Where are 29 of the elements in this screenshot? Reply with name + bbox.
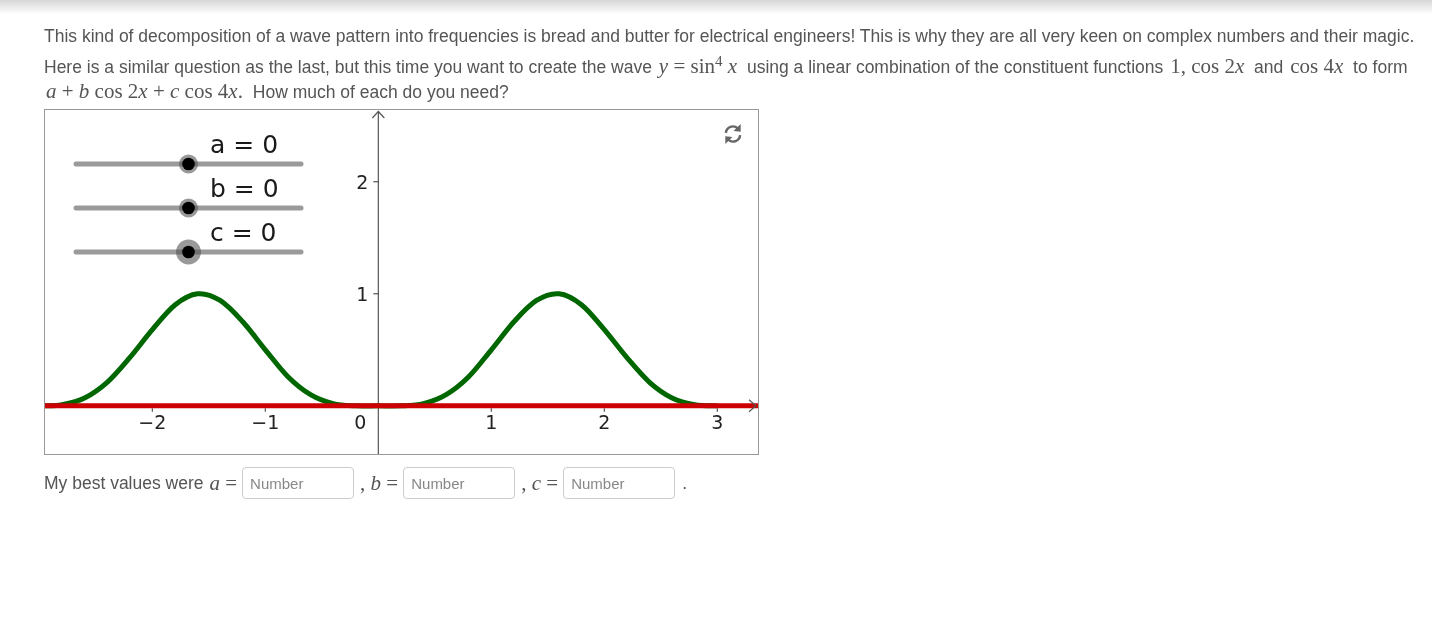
- slider-label: a = 0: [210, 130, 279, 159]
- tick-label: 2: [598, 410, 611, 433]
- number-input[interactable]: Number: [403, 467, 516, 499]
- tick-label: −1: [251, 410, 280, 433]
- refresh-icon[interactable]: [725, 124, 741, 144]
- paragraph: This kind of decomposition of a wave pattern into frequencies is bread and butter for electrical engineers! This is why they are all very keen on complex numbers and their magic.: [44, 25, 1416, 48]
- origin-label: 0: [354, 410, 367, 433]
- sentence-period: .: [682, 472, 687, 495]
- tick-label: −2: [138, 410, 167, 433]
- tick-label: 3: [711, 410, 724, 433]
- math-label: a =: [209, 471, 238, 495]
- slider-thumb[interactable]: [176, 239, 201, 265]
- slider-thumb[interactable]: [179, 154, 198, 174]
- paragraph: Here is a similar question as the last, but this time you want to create the wave y = sin$^{4}$ x using a linear combination of the constituent functions 1, cos 2x and cos 4x to form a + b cos 2x + c cos 4x. How much of each do you need?: [44, 54, 1409, 104]
- answer-prompt: My best values were: [44, 472, 204, 495]
- math-label: , c =: [521, 471, 559, 495]
- number-input[interactable]: Number: [242, 467, 355, 499]
- math-label: , b =: [360, 471, 399, 495]
- slider-track[interactable]: [73, 239, 304, 265]
- tick-label: 1: [356, 282, 369, 305]
- slider-track[interactable]: [73, 198, 304, 218]
- slider-label: b = 0: [210, 174, 279, 203]
- number-input[interactable]: Number: [563, 467, 676, 499]
- slider-thumb[interactable]: [179, 198, 198, 218]
- graph-applet[interactable]: −2 −1 1 2 3 1 2 0 a = 0 b = 0 c = 0: [44, 109, 759, 455]
- tick-label: 1: [485, 410, 498, 433]
- tick-label: 2: [356, 170, 369, 193]
- slider-label: c = 0: [210, 218, 277, 247]
- slider-track[interactable]: [73, 154, 304, 174]
